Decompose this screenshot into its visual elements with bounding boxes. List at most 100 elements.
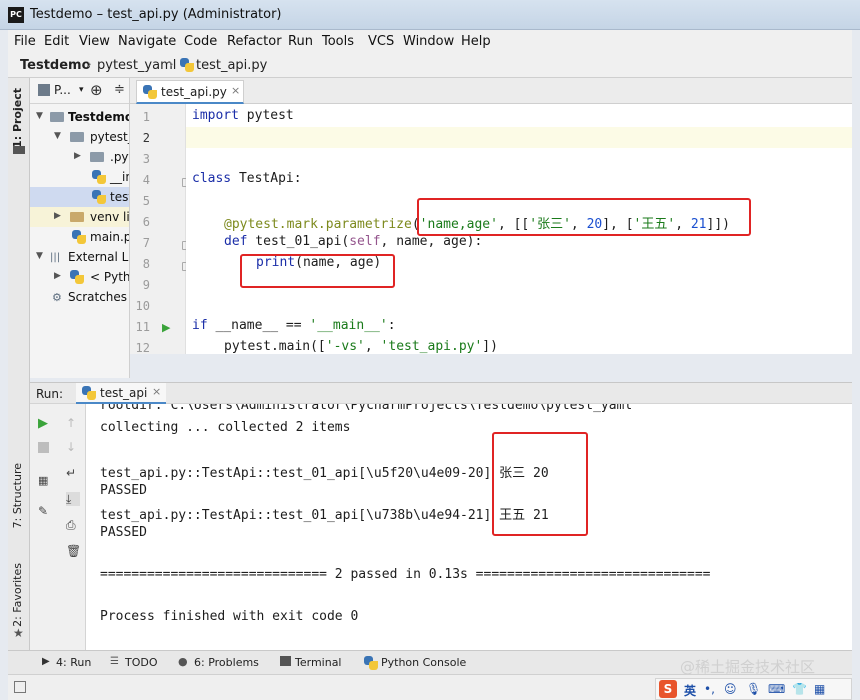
toolbox-icon[interactable]: ▦	[814, 682, 825, 696]
tab-run[interactable]: 4: Run	[56, 656, 91, 669]
python-file-icon	[92, 190, 106, 204]
tree-item-pytest-yaml[interactable]: ▼ pytest_	[30, 127, 129, 147]
stop-icon[interactable]	[38, 442, 49, 453]
tree-item-venv[interactable]: ▶ venv li	[30, 207, 129, 227]
tree-item-python-sdk[interactable]: ▶ < Pytho	[30, 267, 129, 287]
run-tool-icon: ▶	[42, 656, 50, 667]
menu-help[interactable]: Help	[461, 34, 491, 49]
soft-wrap-icon[interactable]: ↵	[66, 466, 80, 480]
collapsed-arrow-icon[interactable]: ▶	[54, 271, 61, 281]
ime-language-toggle[interactable]: 英	[684, 682, 696, 699]
console-line: test_api.py::TestApi::test_01_api[\u738b…	[100, 508, 549, 523]
project-panel: P... ▾ ⊕ ≑ ▼ Testdemo ▼ pytest_ ▶ .pyt _…	[30, 78, 130, 378]
scroll-down-icon[interactable]: ↓	[66, 440, 80, 454]
console-line: ============================= 2 passed i…	[100, 567, 711, 582]
project-view-selector[interactable]: P...	[54, 83, 71, 97]
tab-favorites[interactable]: 2: Favorites	[11, 563, 24, 627]
scratches-icon: ⚙	[52, 291, 62, 304]
folder-icon	[90, 152, 104, 162]
pin-icon[interactable]: ✎	[38, 504, 52, 518]
sogou-ime-logo[interactable]: S	[659, 680, 677, 698]
menu-view[interactable]: View	[79, 34, 110, 49]
menu-window[interactable]: Window	[403, 34, 454, 49]
menu-bar: File Edit View Navigate Code Refactor Ru…	[8, 30, 852, 52]
folder-icon	[50, 112, 64, 122]
tab-terminal[interactable]: Terminal	[295, 656, 342, 669]
tab-project[interactable]: 1: Project	[11, 88, 24, 148]
tree-item-test-api[interactable]: test	[30, 187, 129, 207]
console-line: collecting ... collected 2 items	[100, 420, 351, 435]
run-label: Run:	[36, 387, 64, 401]
code-editor[interactable]: import pytest class TestApi: @pytest.mar…	[186, 104, 852, 354]
breadcrumb-project[interactable]: Testdemo	[20, 58, 91, 73]
python-run-icon	[82, 386, 96, 400]
tree-item-pytest-cache[interactable]: ▶ .pyt	[30, 147, 129, 167]
code-line-12: pytest.main(['-vs', 'test_api.py'])	[224, 339, 498, 354]
scroll-to-end-icon[interactable]: ⤓	[66, 492, 80, 506]
star-icon: ★	[13, 626, 24, 640]
close-tab-icon[interactable]: ×	[231, 84, 240, 97]
line-number: 9	[142, 278, 150, 292]
skin-icon[interactable]: 👕	[792, 682, 807, 696]
menu-refactor[interactable]: Refactor	[227, 34, 282, 49]
project-toolbar: P... ▾ ⊕ ≑	[30, 78, 129, 104]
locate-file-icon[interactable]: ⊕	[90, 81, 103, 99]
tab-run-test-api[interactable]: test_api ×	[76, 383, 166, 404]
run-toolbar: ▶ ↑ ↓ ▦ ↵ ⤓ ✎ ⎙ 🗑	[30, 404, 86, 650]
console-output[interactable]: rootdir: C:\Users\Administrator\PycharmP…	[86, 404, 852, 650]
console-line: Process finished with exit code 0	[100, 609, 359, 624]
emoji-icon[interactable]: ☺	[724, 682, 737, 696]
menu-run[interactable]: Run	[288, 34, 313, 49]
print-icon[interactable]: ⎙	[66, 518, 80, 532]
status-toggle-icon[interactable]	[14, 681, 26, 693]
punctuation-icon[interactable]: •,	[704, 682, 715, 696]
menu-code[interactable]: Code	[184, 34, 217, 49]
expand-arrow-icon[interactable]: ▼	[36, 111, 43, 121]
breadcrumb-folder[interactable]: pytest_yaml	[97, 58, 176, 73]
close-tab-icon[interactable]: ×	[152, 385, 161, 398]
tree-item-testdemo[interactable]: ▼ Testdemo	[30, 107, 129, 127]
code-line-1: import pytest	[192, 108, 294, 123]
tree-item-main[interactable]: main.p	[30, 227, 129, 247]
tab-todo[interactable]: TODO	[125, 656, 158, 669]
console-line: test_api.py::TestApi::test_01_api[\u5f20…	[100, 466, 549, 481]
breadcrumb: Testdemo › pytest_yaml › test_api.py	[8, 52, 852, 78]
tab-python-console[interactable]: Python Console	[381, 656, 466, 669]
keyboard-icon[interactable]: ⌨	[768, 682, 785, 696]
python-file-icon	[92, 170, 106, 184]
menu-edit[interactable]: Edit	[44, 34, 69, 49]
problems-icon: ●	[178, 655, 188, 668]
tab-structure[interactable]: 7: Structure	[11, 463, 24, 528]
annotation-box-parametrize	[417, 198, 751, 236]
tab-problems[interactable]: 6: Problems	[194, 656, 259, 669]
menu-navigate[interactable]: Navigate	[118, 34, 176, 49]
collapsed-arrow-icon[interactable]: ▶	[74, 151, 81, 161]
line-number: 8	[142, 257, 150, 271]
collapsed-arrow-icon[interactable]: ▶	[54, 211, 61, 221]
dropdown-arrow-icon[interactable]: ▾	[79, 85, 84, 95]
expand-arrow-icon[interactable]: ▼	[54, 131, 61, 141]
tree-item-init[interactable]: __in	[30, 167, 129, 187]
editor-tab-bar: test_api.py ×	[130, 78, 852, 104]
rerun-icon[interactable]: ▶	[38, 416, 52, 431]
line-number: 11	[135, 320, 150, 334]
menu-tools[interactable]: Tools	[322, 34, 354, 49]
layout-icon[interactable]: ▦	[38, 474, 52, 488]
breadcrumb-file[interactable]: test_api.py	[196, 58, 267, 73]
tab-test-api[interactable]: test_api.py ×	[136, 80, 244, 104]
console-line: rootdir: C:\Users\Administrator\PycharmP…	[100, 404, 633, 413]
line-number: 2	[142, 131, 150, 145]
code-line-4: class TestApi:	[192, 171, 302, 186]
tree-item-external-libraries[interactable]: ▼ ||| External L	[30, 247, 129, 267]
collapse-all-icon[interactable]: ≑	[114, 82, 125, 97]
microphone-icon[interactable]: 🎙	[746, 682, 761, 696]
run-gutter-icon[interactable]: ▶	[162, 321, 170, 334]
trash-icon[interactable]: 🗑	[66, 544, 81, 558]
library-icon: |||	[50, 252, 61, 263]
tree-item-scratches[interactable]: ⚙ Scratches	[30, 287, 129, 307]
menu-vcs[interactable]: VCS	[368, 34, 394, 49]
expand-arrow-icon[interactable]: ▼	[36, 251, 43, 261]
line-number: 4	[142, 173, 150, 187]
scroll-up-icon[interactable]: ↑	[66, 416, 80, 430]
menu-file[interactable]: File	[14, 34, 36, 49]
